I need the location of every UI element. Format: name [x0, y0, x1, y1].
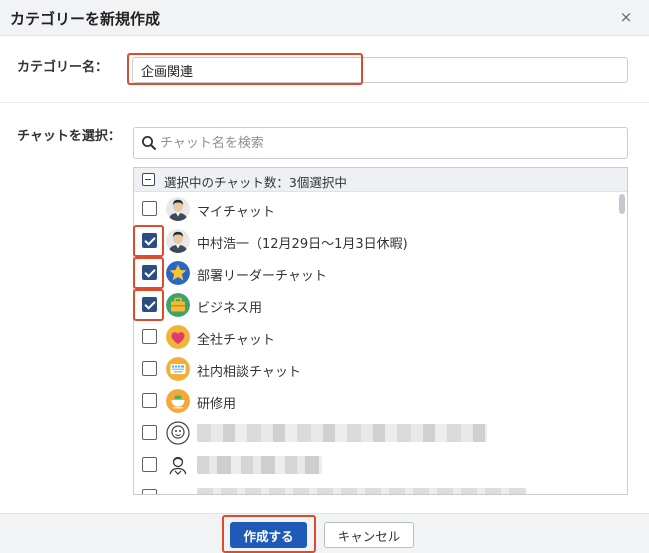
chat-checkbox[interactable]: [142, 425, 157, 440]
chat-list-item[interactable]: 研修用: [134, 385, 614, 417]
chat-checkbox[interactable]: [142, 329, 157, 344]
redacted-chat-name: [197, 456, 322, 474]
chat-select-label: チャットを選択：: [17, 129, 121, 144]
list-scrollbar[interactable]: [619, 194, 625, 214]
sketch-person-avatar-icon: [166, 453, 190, 477]
chat-name: ビジネス用: [197, 301, 263, 316]
person-photo-avatar-icon: [166, 229, 190, 253]
chat-checkbox[interactable]: [142, 393, 157, 408]
create-button[interactable]: 作成する: [230, 522, 307, 548]
chat-checkbox-checked[interactable]: [142, 297, 157, 312]
chat-checkbox-checked[interactable]: [142, 265, 157, 280]
create-category-dialog: カテゴリーを新規作成 × カテゴリー名： チャットを選択： 選択中のチャット数：…: [0, 0, 649, 553]
redacted-chat-name: [197, 488, 527, 494]
chat-name: 研修用: [197, 397, 237, 412]
selection-summary-header: 選択中のチャット数：3個選択中: [134, 168, 627, 192]
close-icon[interactable]: ×: [617, 8, 635, 26]
search-icon: [142, 136, 156, 150]
chat-name: マイチャット: [197, 205, 275, 220]
chat-list-item[interactable]: マイチャット: [134, 193, 614, 225]
chat-name: 部署リーダーチャット: [197, 269, 327, 284]
chat-search-input[interactable]: [160, 132, 600, 154]
chat-list-item[interactable]: [134, 449, 614, 481]
chat-name: 社内相談チャット: [197, 365, 301, 380]
chat-name: 中村浩一（12月29日〜1月3日休暇): [197, 237, 408, 252]
chat-list-item[interactable]: [134, 417, 614, 449]
keyboard-avatar-icon: [166, 357, 190, 381]
chat-name: 全社チャット: [197, 333, 275, 348]
chat-checkbox[interactable]: [142, 361, 157, 376]
person-photo-avatar-icon: [166, 197, 190, 221]
cancel-button[interactable]: キャンセル: [324, 522, 414, 548]
dialog-header: カテゴリーを新規作成 ×: [0, 0, 649, 36]
chat-checkbox[interactable]: [142, 457, 157, 472]
chat-list-item[interactable]: ビジネス用: [134, 289, 614, 321]
deselect-all-checkbox[interactable]: [142, 173, 155, 186]
dialog-title: カテゴリーを新規作成: [10, 10, 161, 28]
selection-count-text: 選択中のチャット数：3個選択中: [164, 175, 347, 190]
chat-list-item[interactable]: 中村浩一（12月29日〜1月3日休暇): [134, 225, 614, 257]
chat-list-item[interactable]: [134, 481, 614, 494]
star-avatar-icon: [166, 261, 190, 285]
redacted-chat-name: [197, 424, 487, 442]
cup-avatar-icon: [166, 389, 190, 413]
chat-checkbox[interactable]: [142, 489, 157, 494]
chat-list-item[interactable]: 全社チャット: [134, 321, 614, 353]
chat-list-item[interactable]: 部署リーダーチャット: [134, 257, 614, 289]
chat-list: 選択中のチャット数：3個選択中 マイチャット 中村浩一（12月29日〜1月3日休…: [133, 167, 628, 495]
category-name-label: カテゴリー名：: [17, 60, 109, 75]
category-name-input[interactable]: [132, 57, 628, 83]
heart-avatar-icon: [166, 325, 190, 349]
briefcase-avatar-icon: [166, 293, 190, 317]
chat-list-item[interactable]: 社内相談チャット: [134, 353, 614, 385]
chat-checkbox-checked[interactable]: [142, 233, 157, 248]
chat-search-box[interactable]: [133, 127, 628, 159]
chat-checkbox[interactable]: [142, 201, 157, 216]
sketch-face-avatar-icon: [166, 421, 190, 445]
